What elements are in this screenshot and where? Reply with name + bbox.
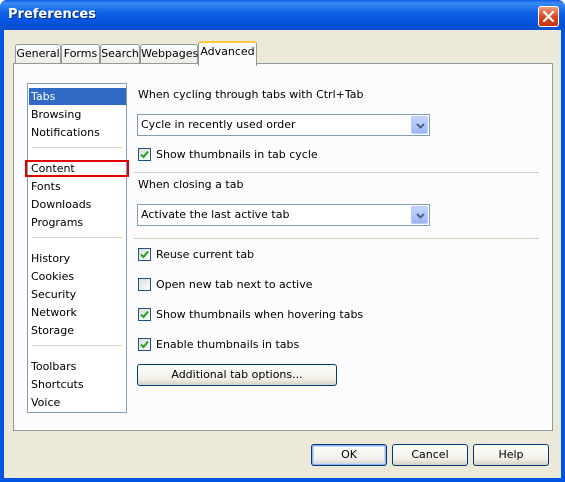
sidebar-item-security[interactable]: Security <box>29 286 126 303</box>
sidebar-item-storage[interactable]: Storage <box>29 322 126 339</box>
tab-advanced[interactable]: Advanced <box>198 41 257 66</box>
closing-behavior-value: Activate the last active tab <box>141 208 290 221</box>
preferences-window: Preferences General Forms Search Webpage… <box>0 0 565 482</box>
tab-forms[interactable]: Forms <box>61 44 100 64</box>
checkmark-icon <box>140 340 149 349</box>
checkmark-icon <box>140 250 149 259</box>
category-list[interactable]: Tabs Browsing Notifications Content Font… <box>25 83 129 413</box>
dialog-body: General Forms Search Webpages Advanced T… <box>4 30 561 478</box>
open-new-tab-next-checkbox[interactable]: Open new tab next to active <box>138 278 388 293</box>
sidebar-item-toolbars[interactable]: Toolbars <box>29 358 126 375</box>
tab-label: Search <box>101 47 139 60</box>
tab-label: Forms <box>63 47 98 60</box>
sidebar-divider <box>32 237 122 238</box>
tab-label: Advanced <box>200 45 255 58</box>
window-title: Preferences <box>8 7 96 22</box>
checkbox-label: Show thumbnails when hovering tabs <box>156 308 364 321</box>
dropdown-button[interactable] <box>411 116 428 134</box>
chevron-down-icon <box>416 123 425 129</box>
enable-thumbnails-checkbox[interactable]: Enable thumbnails in tabs <box>138 338 388 353</box>
closing-behavior-select[interactable]: Activate the last active tab <box>137 204 430 226</box>
section-divider <box>134 238 539 239</box>
ok-button[interactable]: OK <box>311 444 387 466</box>
sidebar-item-shortcuts[interactable]: Shortcuts <box>29 376 126 393</box>
dropdown-button[interactable] <box>411 206 428 224</box>
cycling-order-select[interactable]: Cycle in recently used order <box>137 114 430 136</box>
sidebar-item-browsing[interactable]: Browsing <box>29 106 126 123</box>
checkmark-icon <box>140 310 149 319</box>
additional-tab-options-button[interactable]: Additional tab options... <box>137 364 337 386</box>
checkbox[interactable] <box>138 308 151 321</box>
help-button[interactable]: Help <box>473 444 549 466</box>
checkbox[interactable] <box>138 248 151 261</box>
cycling-heading: When cycling through tabs with Ctrl+Tab <box>138 88 364 101</box>
reuse-current-tab-checkbox[interactable]: Reuse current tab <box>138 248 388 263</box>
sidebar-item-downloads[interactable]: Downloads <box>29 196 126 213</box>
chevron-down-icon <box>416 213 425 219</box>
cancel-button[interactable]: Cancel <box>392 444 468 466</box>
sidebar-item-programs[interactable]: Programs <box>29 214 126 231</box>
close-button[interactable] <box>538 6 559 27</box>
section-divider <box>134 172 539 173</box>
tab-label: General <box>16 47 60 60</box>
tab-webpages[interactable]: Webpages <box>140 44 198 64</box>
checkmark-icon <box>140 150 149 159</box>
checkbox[interactable] <box>138 148 151 161</box>
sidebar-divider <box>32 345 122 346</box>
show-thumbnails-hover-checkbox[interactable]: Show thumbnails when hovering tabs <box>138 308 388 323</box>
advanced-panel: Tabs Browsing Notifications Content Font… <box>13 63 553 431</box>
closing-heading: When closing a tab <box>138 178 244 191</box>
title-bar[interactable]: Preferences <box>0 0 565 30</box>
checkbox-label: Enable thumbnails in tabs <box>156 338 300 351</box>
sidebar-item-network[interactable]: Network <box>29 304 126 321</box>
sidebar-item-notifications[interactable]: Notifications <box>29 124 126 141</box>
tab-general[interactable]: General <box>15 44 61 64</box>
sidebar-item-history[interactable]: History <box>29 250 126 267</box>
show-thumbnails-cycle-checkbox[interactable]: Show thumbnails in tab cycle <box>138 148 388 163</box>
sidebar-divider <box>32 147 122 148</box>
checkbox-label: Show thumbnails in tab cycle <box>156 148 318 161</box>
sidebar-item-fonts[interactable]: Fonts <box>29 178 126 195</box>
tab-search[interactable]: Search <box>100 44 140 64</box>
sidebar-item-tabs[interactable]: Tabs <box>29 88 126 105</box>
tab-label: Webpages <box>141 47 199 60</box>
sidebar-item-cookies[interactable]: Cookies <box>29 268 126 285</box>
checkbox[interactable] <box>138 278 151 291</box>
sidebar-item-content[interactable]: Content <box>25 160 129 177</box>
checkbox-label: Open new tab next to active <box>156 278 313 291</box>
checkbox-label: Reuse current tab <box>156 248 255 261</box>
sidebar-item-voice[interactable]: Voice <box>29 394 126 411</box>
cycling-order-value: Cycle in recently used order <box>141 118 296 131</box>
close-icon <box>543 11 554 22</box>
checkbox[interactable] <box>138 338 151 351</box>
